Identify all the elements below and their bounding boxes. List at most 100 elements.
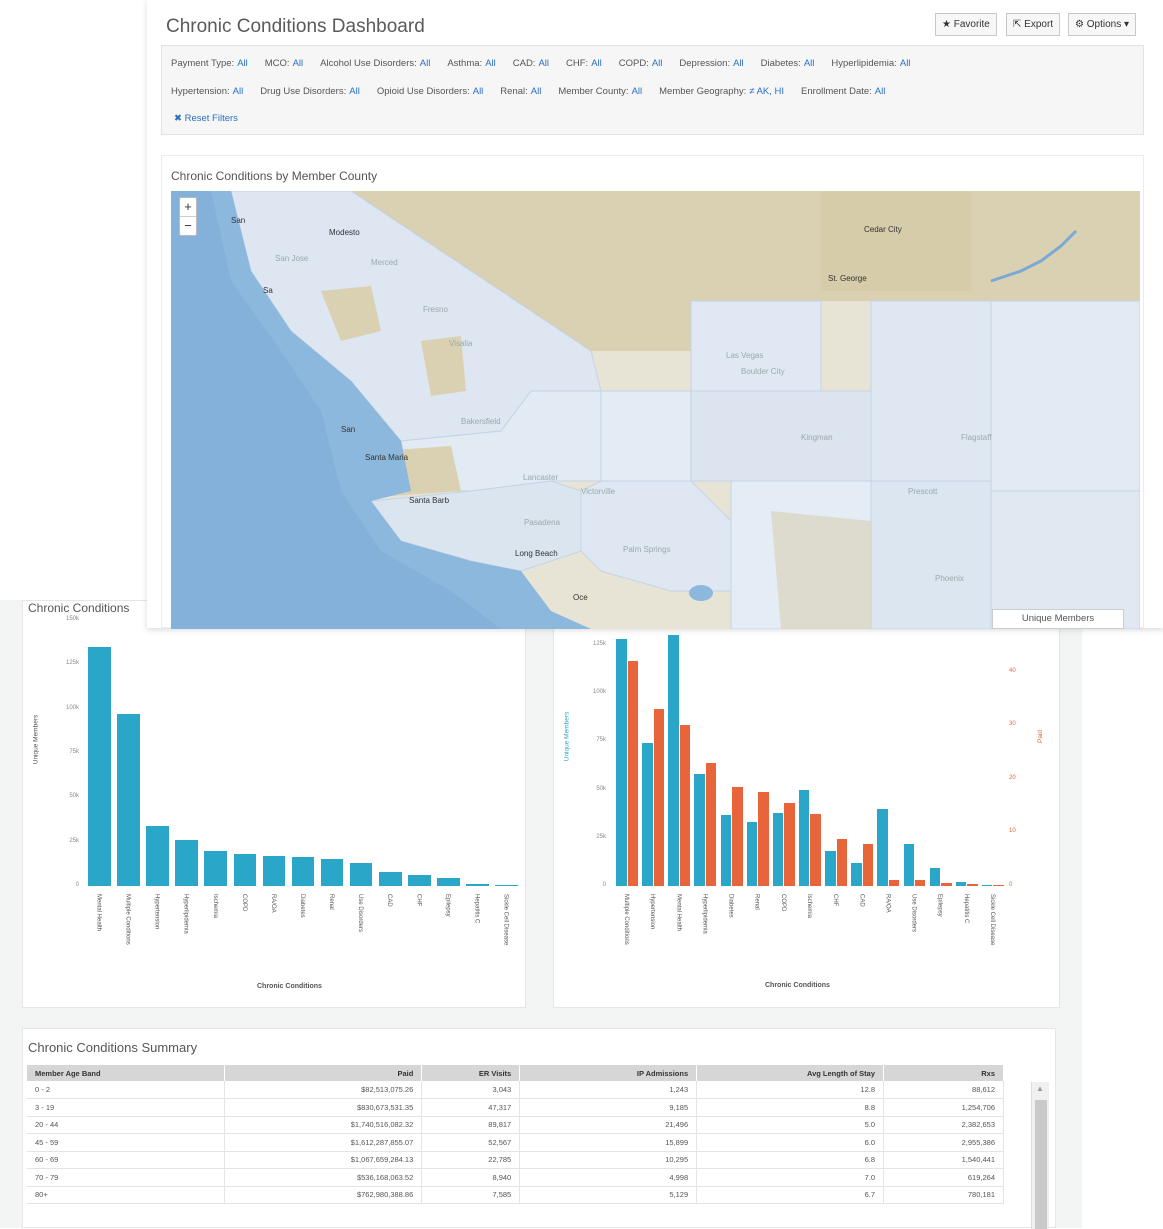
filter-item[interactable]: Payment Type: All bbox=[171, 58, 248, 69]
filter-value-link[interactable]: All bbox=[420, 58, 431, 69]
filter-label: CHF: bbox=[566, 58, 589, 69]
chart-bar-paid bbox=[705, 762, 717, 886]
column-header[interactable]: Member Age Band bbox=[27, 1065, 226, 1081]
export-icon: ⇱ bbox=[1013, 19, 1022, 30]
filter-value-link[interactable]: All bbox=[875, 86, 886, 97]
x-axis-category-label: Use Disorders bbox=[357, 894, 364, 933]
map-legend-button[interactable]: Unique Members bbox=[992, 609, 1124, 629]
chart-bar-members bbox=[955, 882, 967, 886]
filter-label: Hyperlipidemia: bbox=[831, 58, 897, 69]
table-row[interactable]: 80+ $762,980,388.86 7,585 5,129 6.7 780,181 bbox=[27, 1186, 1004, 1204]
table-cell: $1,612,287,855.07 bbox=[224, 1133, 423, 1152]
filter-item[interactable]: Opioid Use Disorders: All bbox=[377, 86, 483, 97]
chart-bar-members bbox=[772, 812, 784, 886]
table-row[interactable]: 20 - 44 $1,740,516,082.32 89,817 21,496 5.0 2… bbox=[27, 1116, 1004, 1134]
table-cell: 3,043 bbox=[421, 1081, 521, 1099]
filter-item[interactable]: Renal: All bbox=[500, 86, 541, 97]
chart-bar-members bbox=[851, 862, 862, 886]
chart-bar-paid bbox=[915, 879, 926, 886]
chart-bar-paid bbox=[627, 661, 638, 886]
options-button[interactable]: ⚙ Options ▾ bbox=[1068, 13, 1137, 36]
filter-value-link[interactable]: All bbox=[804, 58, 815, 69]
filter-item[interactable]: Asthma: All bbox=[447, 58, 495, 69]
summary-table: Member Age Band Paid ER Visits IP Admission… bbox=[27, 1065, 1004, 1204]
city-label: Santa Maria bbox=[365, 453, 409, 462]
column-header[interactable]: Rxs bbox=[883, 1065, 1004, 1081]
chart-bar bbox=[378, 871, 402, 886]
chart-bar bbox=[175, 839, 199, 886]
filter-item[interactable]: Hypertension: All bbox=[171, 86, 243, 97]
export-button[interactable]: ⇱ Export bbox=[1006, 13, 1061, 36]
filter-value-link[interactable]: All bbox=[485, 58, 496, 69]
filter-value-link[interactable]: All bbox=[531, 86, 542, 97]
chart-bar-members bbox=[746, 822, 758, 886]
filter-value-link[interactable]: All bbox=[591, 58, 602, 69]
table-row[interactable]: 60 - 69 $1,067,659,284.13 22,785 10,295 6.8 1… bbox=[27, 1151, 1004, 1169]
city-label: Palm Springs bbox=[623, 545, 671, 554]
city-label: San bbox=[341, 425, 356, 434]
table-row[interactable]: 45 - 59 $1,612,287,855.07 52,567 15,899 6.0 2… bbox=[27, 1133, 1004, 1152]
filter-item[interactable]: Depression: All bbox=[679, 58, 743, 69]
chart-bar bbox=[407, 875, 431, 886]
favorite-button[interactable]: ★ Favorite bbox=[935, 13, 997, 36]
filter-value-link[interactable]: All bbox=[733, 58, 744, 69]
chart-bar-paid bbox=[784, 802, 795, 886]
filter-item[interactable]: Member Geography: ≠ AK, HI bbox=[659, 86, 784, 97]
x-axis-category-label: Hepatitis C bbox=[473, 894, 480, 924]
table-cell: 1,243 bbox=[519, 1081, 698, 1099]
county-map[interactable]: + − San Modesto Sa Visalia San Santa Mar… bbox=[171, 191, 1140, 629]
chart-bar-paid bbox=[888, 879, 900, 886]
table-cell: 10,295 bbox=[519, 1151, 698, 1169]
city-label: Sa bbox=[263, 286, 273, 295]
table-cell: 1,540,441 bbox=[883, 1151, 1004, 1169]
filter-value-link[interactable]: ≠ AK, HI bbox=[749, 86, 784, 97]
x-axis-category-label: Ischemia bbox=[211, 894, 218, 919]
filter-value-link[interactable]: All bbox=[349, 86, 360, 97]
filter-value-link[interactable]: All bbox=[538, 58, 549, 69]
filter-value-link[interactable]: All bbox=[237, 58, 248, 69]
filter-value-link[interactable]: All bbox=[473, 86, 484, 97]
table-cell: $1,740,516,082.32 bbox=[224, 1116, 423, 1134]
table-row[interactable]: 3 - 19 $830,673,531.35 47,317 9,185 8.8 1,254… bbox=[27, 1098, 1004, 1117]
summary-body: 0 - 2 $82,513,075.26 3,043 1,243 12.8 88,612 3… bbox=[27, 1081, 1004, 1204]
zoom-in-button[interactable]: + bbox=[180, 198, 196, 217]
column-header[interactable]: ER Visits bbox=[421, 1065, 521, 1081]
chart-bar-members bbox=[668, 635, 679, 886]
table-scrollbar[interactable]: ▲ bbox=[1031, 1082, 1049, 1229]
table-cell: $536,168,063.52 bbox=[224, 1168, 423, 1187]
filter-value-link[interactable]: All bbox=[293, 58, 304, 69]
table-row[interactable]: 0 - 2 $82,513,075.26 3,043 1,243 12.8 88,612 bbox=[27, 1081, 1004, 1099]
city-label: Santa Barb bbox=[409, 496, 450, 505]
filter-item[interactable]: CAD: All bbox=[513, 58, 549, 69]
filter-label: Diabetes: bbox=[760, 58, 801, 69]
column-header[interactable]: IP Admissions bbox=[519, 1065, 698, 1081]
column-header[interactable]: Paid bbox=[224, 1065, 423, 1081]
filter-item[interactable]: MCO: All bbox=[265, 58, 303, 69]
chart-bar-paid bbox=[836, 838, 848, 886]
chart-bar-paid bbox=[653, 709, 665, 886]
filter-value-link[interactable]: All bbox=[900, 58, 911, 69]
table-cell: 6.0 bbox=[696, 1133, 885, 1152]
filter-item[interactable]: COPD: All bbox=[619, 58, 663, 69]
filter-item[interactable]: Drug Use Disorders: All bbox=[260, 86, 360, 97]
filter-value-link[interactable]: All bbox=[632, 86, 643, 97]
filter-item[interactable]: Enrollment Date: All bbox=[801, 86, 885, 97]
filter-item[interactable]: Diabetes: All bbox=[761, 58, 815, 69]
caret-down-icon: ▾ bbox=[1124, 19, 1130, 30]
zoom-out-button[interactable]: − bbox=[180, 217, 196, 236]
scroll-up-arrow-icon[interactable]: ▲ bbox=[1036, 1084, 1044, 1093]
table-row[interactable]: 70 - 79 $536,168,063.52 8,940 4,998 7.0 619,2… bbox=[27, 1168, 1004, 1187]
reset-filters-link[interactable]: ✖ Reset Filters bbox=[174, 113, 238, 124]
scroll-thumb[interactable] bbox=[1035, 1100, 1047, 1229]
filter-item[interactable]: Member County: All bbox=[558, 86, 642, 97]
filter-value-link[interactable]: All bbox=[233, 86, 244, 97]
x-axis-category-label: CHF bbox=[832, 894, 839, 907]
table-cell: 780,181 bbox=[883, 1186, 1004, 1204]
filter-item[interactable]: Alcohol Use Disorders: All bbox=[320, 58, 430, 69]
x-axis-category-label: Diabetes bbox=[299, 894, 305, 918]
filter-item[interactable]: CHF: All bbox=[566, 58, 602, 69]
y-axis-tick-label: 75k bbox=[596, 737, 606, 744]
filter-item[interactable]: Hyperlipidemia: All bbox=[831, 58, 910, 69]
column-header[interactable]: Avg Length of Stay bbox=[696, 1065, 885, 1081]
filter-value-link[interactable]: All bbox=[652, 58, 663, 69]
